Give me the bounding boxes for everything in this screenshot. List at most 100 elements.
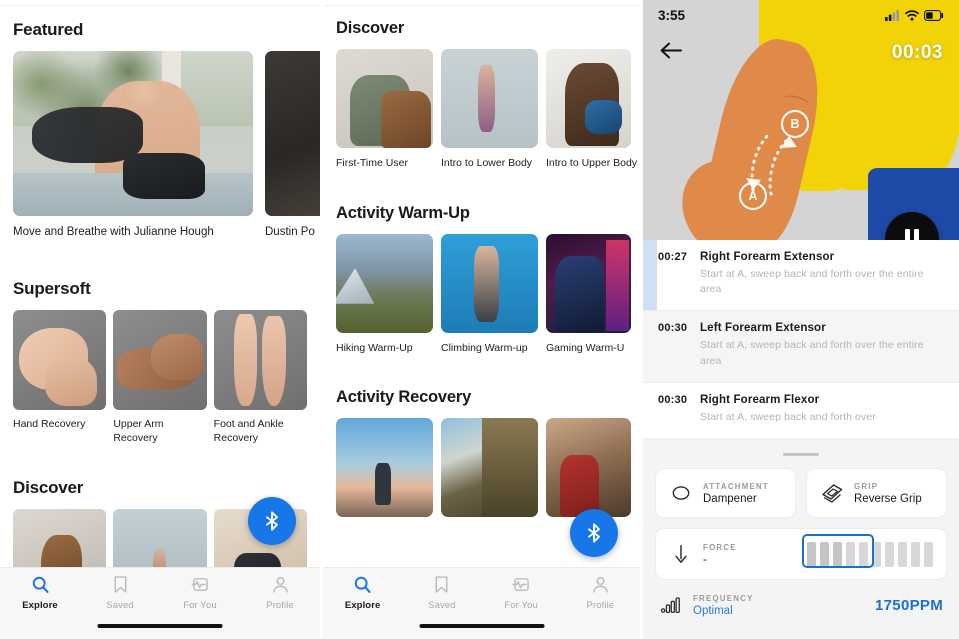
force-segment[interactable] — [924, 541, 933, 567]
frequency-bars-icon — [659, 593, 683, 617]
bottom-tab-bar: Explore Saved For You Profile — [0, 567, 320, 639]
phone-panel-explore-discover: Discover First-Time User Intro to Lower … — [323, 0, 640, 639]
recovery-tile-image — [441, 417, 538, 517]
tab-profile[interactable]: Profile — [240, 568, 320, 618]
step-row[interactable]: 00:30 Right Forearm Flexor Start at A, s… — [643, 381, 959, 439]
recovery-tile[interactable] — [441, 417, 538, 517]
reverse-grip-icon — [820, 481, 844, 505]
force-segment[interactable] — [885, 541, 894, 567]
step-list: 00:27 Right Forearm Extensor Start at A,… — [643, 240, 959, 439]
bluetooth-fab-button[interactable] — [570, 509, 618, 557]
recovery-tile[interactable] — [336, 417, 433, 517]
wifi-icon — [905, 9, 919, 21]
discover-tile[interactable]: Intro to Lower Body — [441, 49, 538, 170]
tab-label: Profile — [586, 600, 615, 611]
step-title: Left Forearm Extensor — [700, 322, 826, 335]
tab-label: Explore — [22, 600, 58, 611]
section-title-featured: Featured — [13, 20, 84, 39]
recovery-tile-image — [336, 417, 433, 517]
tab-saved[interactable]: Saved — [402, 568, 481, 618]
phone-panel-session-player: A B 3:55 00:03 00:27 Right Forearm Exten… — [643, 0, 959, 639]
tab-saved[interactable]: Saved — [80, 568, 160, 618]
featured-card[interactable]: Move and Breathe with Julianne Hough — [13, 51, 253, 239]
featured-card[interactable]: Dustin Po — [265, 51, 320, 239]
frequency-caption: FREQUENCY — [693, 593, 754, 603]
supersoft-card[interactable]: Foot and Ankle Recovery — [213, 310, 307, 445]
supersoft-card[interactable]: Hand Recovery — [13, 310, 107, 445]
sheet-drag-handle[interactable] — [783, 453, 819, 456]
warmup-tile-row: Hiking Warm-Up Climbing Warm-up Gaming W… — [323, 234, 640, 355]
warmup-tile-image — [546, 234, 631, 334]
device-chip-row: ATTACHMENT Dampener GRIP Reverse Grip — [643, 468, 959, 518]
attachment-selector[interactable]: ATTACHMENT Dampener — [655, 468, 796, 518]
featured-card-image — [265, 51, 320, 216]
warmup-tile[interactable]: Gaming Warm-U — [546, 234, 640, 355]
tab-for-you[interactable]: For You — [160, 568, 240, 618]
step-row-active[interactable]: 00:27 Right Forearm Extensor Start at A,… — [643, 240, 959, 311]
force-segment[interactable] — [898, 541, 907, 567]
bluetooth-fab-button[interactable] — [248, 497, 296, 545]
tab-explore[interactable]: Explore — [323, 568, 402, 618]
bluetooth-icon — [588, 523, 600, 543]
supersoft-card-image — [113, 310, 207, 411]
discover-tile[interactable]: First-Time User — [336, 49, 433, 170]
warmup-tile[interactable]: Climbing Warm-up — [441, 234, 538, 355]
home-indicator — [419, 623, 544, 628]
marker-b: B — [781, 110, 809, 138]
supersoft-card-label: Foot and Ankle Recovery — [213, 418, 284, 445]
device-settings-sheet: ATTACHMENT Dampener GRIP Reverse Grip FO… — [643, 440, 959, 639]
supersoft-card-image — [13, 310, 107, 411]
activity-monitor-icon — [512, 578, 529, 591]
discover-tile-label: Intro to Lower Body — [441, 157, 533, 169]
discover-tile-label: Intro to Upper Body — [546, 157, 638, 169]
grip-selector[interactable]: GRIP Reverse Grip — [806, 468, 947, 518]
step-row[interactable]: 00:30 Left Forearm Extensor Start at A, … — [643, 310, 959, 382]
attachment-caption: ATTACHMENT — [703, 481, 769, 491]
tab-profile[interactable]: Profile — [561, 568, 640, 618]
marker-a: A — [739, 182, 767, 210]
step-title: Right Forearm Flexor — [700, 393, 820, 406]
tab-for-you[interactable]: For You — [482, 568, 561, 618]
section-title-activity-warm-up: Activity Warm-Up — [336, 204, 470, 223]
grip-caption: GRIP — [854, 481, 879, 491]
step-title: Right Forearm Extensor — [700, 251, 835, 263]
cellular-signal-icon — [885, 9, 899, 21]
supersoft-card-label: Hand Recovery — [13, 418, 86, 431]
frequency-control[interactable]: FREQUENCY Optimal 1750PPM — [643, 580, 959, 617]
search-icon — [354, 576, 371, 593]
tab-label: Explore — [344, 600, 381, 611]
force-arrow-icon — [669, 542, 693, 566]
recovery-tile[interactable] — [546, 417, 640, 517]
warmup-tile[interactable]: Hiking Warm-Up — [336, 234, 433, 355]
force-level-meter[interactable] — [802, 533, 933, 568]
warmup-tile-label: Gaming Warm-U — [546, 342, 625, 355]
battery-icon — [924, 9, 944, 21]
force-control[interactable]: FORCE - — [655, 528, 947, 580]
supersoft-card[interactable]: Upper Arm Recovery — [113, 310, 207, 445]
supersoft-row: Hand Recovery Upper Arm Recovery Foot an… — [0, 310, 320, 445]
status-bar: 3:55 — [643, 0, 959, 30]
screenshot-stage: Featured Move and Breathe with Julianne … — [0, 0, 959, 639]
tab-label: Profile — [266, 600, 294, 611]
tab-label: For You — [183, 600, 217, 611]
supersoft-card-label: Upper Arm Recovery — [113, 418, 164, 445]
search-icon — [32, 576, 49, 593]
warmup-tile-label: Hiking Warm-Up — [336, 342, 413, 355]
status-bar-time: 3:55 — [658, 7, 686, 23]
step-description: Start at A, sweep back and forth over th… — [700, 268, 924, 296]
force-segment[interactable] — [911, 541, 920, 567]
routine-illustration: A B 3:55 00:03 — [643, 0, 959, 240]
featured-card-image — [13, 51, 253, 216]
discover-tile[interactable]: Intro to Upper Body — [546, 49, 640, 170]
frequency-ppm: 1750PPM — [875, 596, 943, 614]
tab-explore[interactable]: Explore — [0, 568, 80, 618]
attachment-value: Dampener — [703, 492, 757, 505]
bottom-tab-bar: Explore Saved For You Profile — [323, 567, 640, 639]
discover-tile-image — [546, 49, 631, 148]
tab-label: For You — [504, 600, 538, 611]
step-progress-fill — [643, 240, 657, 311]
back-button[interactable] — [659, 42, 683, 64]
featured-carousel[interactable]: Move and Breathe with Julianne Hough Dus… — [0, 51, 320, 239]
pause-icon — [914, 229, 919, 240]
featured-card-label: Dustin Po — [265, 226, 315, 238]
